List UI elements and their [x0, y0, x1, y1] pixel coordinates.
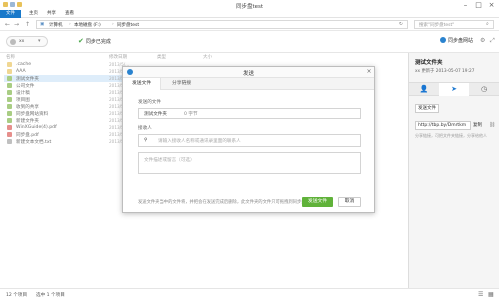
tab-share-link[interactable]: 分享链接 [163, 78, 200, 90]
minimize-button[interactable]: – [459, 0, 472, 10]
folder-value: 测试文件夹 [144, 112, 167, 117]
breadcrumb-drive[interactable]: 本地磁盘 (F:) [74, 22, 101, 28]
address-row: ← → ↑ ▣ 计算机 › 本地磁盘 (F:) › 同步盘test ↻ 搜索"同… [0, 18, 499, 31]
window-title: 同步盘test [235, 4, 264, 10]
tab-send-file[interactable]: 发送文件 [123, 78, 162, 90]
tab-members-icon[interactable]: 👤 [409, 83, 439, 96]
refresh-icon[interactable]: ↻ [399, 22, 403, 27]
selection-count: 选中 1 个项目 [36, 293, 65, 298]
avatar [10, 39, 16, 45]
back-arrow-icon[interactable]: ← [5, 21, 10, 28]
tab-view[interactable]: 查看 [60, 10, 79, 18]
copy-link-button[interactable]: 复制 [473, 121, 482, 130]
window-titlebar: 同步盘test – □ × [0, 0, 499, 10]
settings-icon[interactable]: ⚙ [480, 37, 485, 44]
share-link-field[interactable]: http://tbp.by/Dmrtkm [415, 121, 471, 130]
tab-file[interactable]: 文件 [0, 10, 21, 18]
message-placeholder: 文件描述或留言（可选） [144, 158, 195, 163]
computer-icon: ▣ [40, 22, 45, 27]
share-link-hint: 分享链接，可把文件夹链接，分享给他人 [415, 133, 487, 138]
detail-folder-name: 测试文件夹 [415, 60, 443, 66]
send-dialog: 发送 × 发送文件 分享链接 发送的文件 测试文件夹 0 字节 接收人 ⚲ 请输… [122, 66, 375, 213]
check-icon: ✔ [78, 37, 84, 45]
dialog-title: 发送 [242, 71, 254, 77]
search-placeholder: 搜索"同步盘test" [419, 23, 455, 28]
sync-home-link[interactable]: 同步盘网站 [440, 37, 473, 44]
user-menu[interactable]: xx ▾ [6, 36, 48, 47]
dialog-titlebar: 发送 × [123, 67, 374, 78]
message-input[interactable]: 文件描述或留言（可选） [138, 152, 361, 174]
recipient-label: 接收人 [138, 126, 152, 131]
search-input[interactable]: 搜索"同步盘test" ⌕ [414, 20, 494, 29]
tab-home[interactable]: 主页 [24, 10, 43, 18]
recipient-placeholder: 请输入接收人名称或通讯录里面的联系人 [158, 139, 241, 144]
tiles-view-icon[interactable]: ▦ [488, 291, 494, 298]
folder-size: 0 字节 [184, 112, 198, 117]
user-name: xx [19, 39, 25, 44]
send-file-button[interactable]: 发送文件 [415, 104, 439, 113]
sync-status: ✔ 同步已完成 [78, 37, 111, 45]
status-bar: 12 个项目 选中 1 个项目 ☰ ▦ [0, 288, 499, 300]
breadcrumb-folder[interactable]: 同步盘test [117, 22, 139, 28]
sync-toolbar: xx ▾ ✔ 同步已完成 同步盘网站 ⚙ ⤢ [0, 31, 499, 53]
tab-share[interactable]: 共享 [42, 10, 61, 18]
cancel-button[interactable]: 取消 [338, 197, 361, 207]
dialog-tabs: 发送文件 分享链接 [123, 78, 374, 90]
maximize-button[interactable]: □ [472, 0, 485, 10]
search-icon[interactable]: ⌕ [486, 21, 489, 27]
expand-icon[interactable]: ⤢ [490, 37, 495, 45]
close-button[interactable]: × [485, 0, 498, 10]
chevron-down-icon: ▾ [38, 38, 41, 44]
address-bar[interactable]: ▣ 计算机 › 本地磁盘 (F:) › 同步盘test ↻ [36, 20, 408, 29]
up-arrow-icon[interactable]: ↑ [25, 21, 30, 28]
dialog-hint: 发送文件夹当中的文件将，并把会在发送完成后删除，此文件夹的文件只可拖拽到同步盘 [138, 200, 306, 205]
contacts-icon[interactable]: ⚲ [144, 138, 151, 145]
folder-field: 测试文件夹 0 字节 [138, 108, 361, 119]
detail-tabs: 👤 ➤ ◷ [409, 82, 499, 96]
detail-updated: xx 更新于 2013-05-07 19:27 [415, 69, 475, 74]
tab-history-icon[interactable]: ◷ [469, 83, 499, 96]
breadcrumb-computer[interactable]: 计算机 [49, 22, 63, 28]
folder-label: 发送的文件 [138, 100, 161, 105]
recipient-input[interactable]: ⚲ 请输入接收人名称或通讯录里面的联系人 [138, 134, 361, 147]
ribbon: 文件 主页 共享 查看 [0, 10, 499, 18]
item-count: 12 个项目 [6, 293, 28, 298]
globe-icon [440, 37, 446, 43]
details-view-icon[interactable]: ☰ [478, 291, 483, 298]
detail-panel: 测试文件夹 xx 更新于 2013-05-07 19:27 👤 ➤ ◷ 发送文件… [408, 53, 499, 288]
link-icon[interactable]: ⛓ [489, 121, 495, 130]
tab-send-icon[interactable]: ➤ [439, 83, 469, 96]
forward-arrow-icon[interactable]: → [14, 21, 19, 28]
send-file-submit-button[interactable]: 发送文件 [302, 197, 333, 207]
close-icon[interactable]: × [365, 68, 373, 76]
